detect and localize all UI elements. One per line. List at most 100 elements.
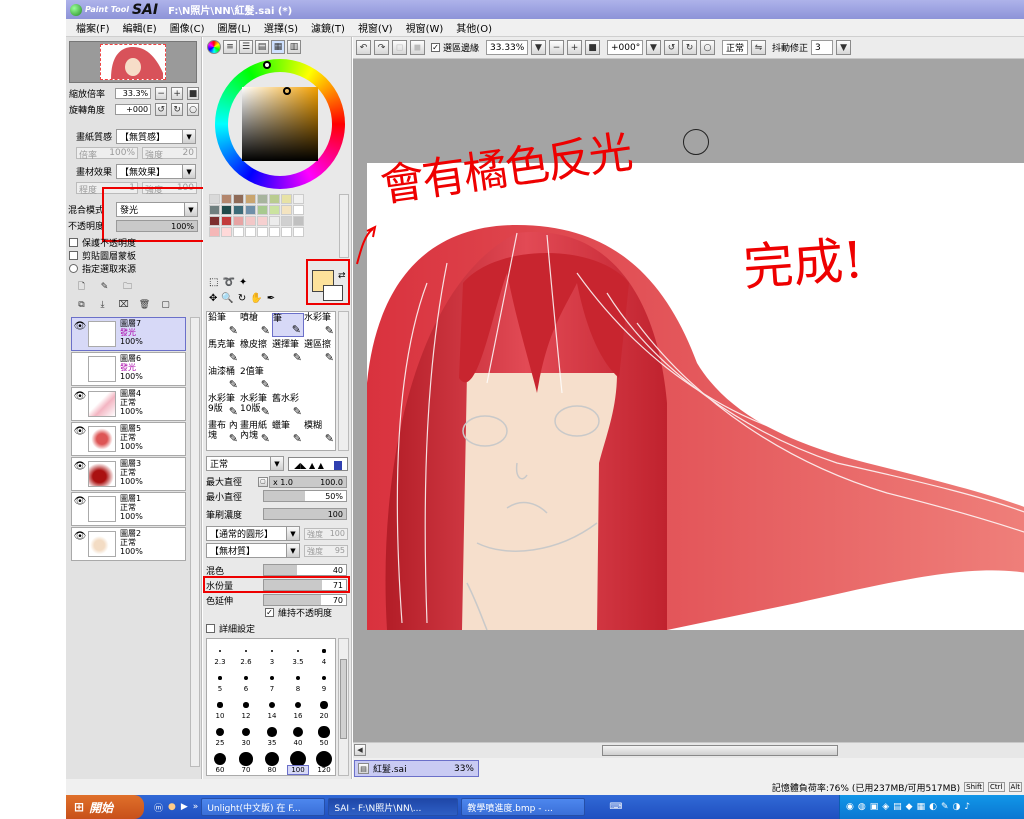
brush-tool-13[interactable]: 水彩筆 10版 ✎ <box>240 394 272 418</box>
tray-icon[interactable]: ▤ <box>893 802 902 812</box>
invert-select-icon[interactable]: ◼ <box>410 40 425 55</box>
brush-size-dot[interactable] <box>216 728 224 736</box>
brush-size-dot[interactable] <box>269 702 275 708</box>
hand-icon[interactable]: ✋ <box>250 293 262 304</box>
scratchpad-tab-icon[interactable]: ▥ <box>287 40 301 54</box>
tool-scrollbar[interactable] <box>338 311 349 451</box>
color-swatch[interactable] <box>269 205 280 215</box>
brush-size-dot[interactable] <box>218 649 222 653</box>
color-swatch[interactable] <box>245 216 256 226</box>
menu-window[interactable]: 視窗(W) <box>406 20 444 35</box>
tray-icon[interactable]: ✎ <box>941 802 949 812</box>
angle-field[interactable]: +000° <box>607 40 644 55</box>
saturation-value-square[interactable] <box>242 87 318 161</box>
angle-dropdown-icon[interactable]: ▼ <box>646 40 662 55</box>
color-swatch[interactable] <box>221 194 232 204</box>
persistence-slider[interactable]: 70 <box>263 594 347 606</box>
brush-tool-19[interactable]: 模糊 ✎ <box>304 421 336 445</box>
document-tab[interactable]: ▤ 紅髮.sai 33% <box>354 760 479 777</box>
color-swatch[interactable] <box>233 205 244 215</box>
quicklaunch-firefox-icon[interactable]: ● <box>168 802 176 812</box>
brush-size-dot[interactable] <box>322 649 326 653</box>
size-lock-button[interactable]: ▢ <box>258 476 268 487</box>
brush-size-dot[interactable] <box>217 702 223 708</box>
scroll-left-icon[interactable]: ◀ <box>354 744 366 756</box>
redo-icon[interactable]: ↷ <box>374 40 389 55</box>
color-swatch[interactable] <box>209 205 220 215</box>
tray-icon[interactable]: ▦ <box>917 802 926 812</box>
mask-apply-icon[interactable]: ▢ <box>158 297 173 312</box>
merge-down-icon[interactable]: ⤓ <box>95 297 110 312</box>
stabilizer-dropdown-icon[interactable]: ▼ <box>836 40 852 55</box>
eye-hidden-icon[interactable] <box>72 353 88 385</box>
brush-size-dot[interactable] <box>267 727 277 737</box>
brush-size-dot[interactable] <box>244 649 248 653</box>
zoom-dropdown-icon[interactable]: ▼ <box>531 40 547 55</box>
color-swatch[interactable] <box>269 194 280 204</box>
size-scrollbar[interactable] <box>338 638 349 776</box>
layer-scrollbar[interactable] <box>190 317 200 767</box>
move-icon[interactable]: ✥ <box>209 293 217 304</box>
color-swatch[interactable] <box>245 227 256 237</box>
brush-size-dot[interactable] <box>269 675 275 681</box>
selection-edge-checkbox[interactable]: ✓ <box>431 43 440 52</box>
zoom-out-button[interactable]: − <box>155 87 168 100</box>
color-swatch[interactable] <box>257 216 268 226</box>
brush-size-dot[interactable] <box>270 649 274 653</box>
zoom-icon[interactable]: 🔍 <box>221 293 233 304</box>
layer-item[interactable]: 👁 圖層7 發光 100% <box>71 317 186 351</box>
rotate-left-button[interactable]: ↺ <box>155 103 168 116</box>
brush-size-dot[interactable] <box>239 752 253 766</box>
delete-layer-icon[interactable]: 🗑 <box>137 297 152 312</box>
copy-layer-icon[interactable]: ⧉ <box>74 297 89 312</box>
swatch-grid[interactable] <box>209 194 339 258</box>
quicklaunch-messenger-icon[interactable]: ⓜ <box>154 801 163 814</box>
brush-size-dot[interactable] <box>241 727 251 737</box>
menu-view[interactable]: 視窗(V) <box>358 20 393 35</box>
layer-item[interactable]: 👁 圖層5 正常 100% <box>71 422 186 456</box>
eye-icon[interactable]: 👁 <box>72 388 88 420</box>
brush-size-dot[interactable] <box>290 751 306 767</box>
tray-icon[interactable]: ▣ <box>870 802 879 812</box>
zoom-in-icon[interactable]: + <box>567 40 583 55</box>
brush-tool-9[interactable]: 2值筆 ✎ <box>240 367 272 391</box>
brush-mode-select[interactable]: 正常 ▼ <box>206 456 284 471</box>
color-swatch[interactable] <box>233 227 244 237</box>
task-item-browser[interactable]: Unlight(中文版) 在 F... <box>201 798 326 816</box>
hscroll-thumb[interactable] <box>602 745 838 756</box>
color-mix-tab-icon[interactable]: ▤ <box>255 40 269 54</box>
quicklaunch-media-icon[interactable]: ▶ <box>181 802 188 812</box>
undo-icon[interactable]: ↶ <box>356 40 371 55</box>
tray-icon[interactable]: ◐ <box>929 802 937 812</box>
paper-scale-slider[interactable]: 倍率 100% <box>76 147 138 161</box>
menu-file[interactable]: 檔案(F) <box>76 20 110 35</box>
shape-strength-slider[interactable]: 強度 100 <box>304 527 348 540</box>
color-swatch[interactable] <box>209 216 220 226</box>
eye-icon[interactable]: 👁 <box>72 493 88 525</box>
color-swatch[interactable] <box>233 194 244 204</box>
brush-tool-18[interactable]: 蠟筆 ✎ <box>272 421 304 445</box>
brush-tool-16[interactable]: 畫布 內塊 ✎ <box>208 421 240 445</box>
paper-effect-select[interactable]: 【無效果】 ▼ <box>116 164 197 179</box>
density-slider[interactable]: 100 <box>263 508 347 520</box>
rotate-reset-icon[interactable]: ○ <box>700 40 716 55</box>
brush-tool-11[interactable] <box>304 367 336 391</box>
layer-item[interactable]: 👁 圖層1 正常 100% <box>71 492 186 526</box>
layer-item[interactable]: 👁 圖層4 正常 100% <box>71 387 186 421</box>
brush-tool-12[interactable]: 水彩筆 9版 ✎ <box>208 394 240 418</box>
brush-tool-14[interactable]: 舊水彩 ✎ <box>272 394 304 418</box>
stabilizer-field[interactable]: 3 <box>811 40 834 55</box>
brush-tool-3[interactable]: 水彩筆 ✎ <box>304 313 336 337</box>
detail-settings-checkbox[interactable] <box>206 624 215 633</box>
canvas-hscroll[interactable]: ◀ <box>353 742 1024 758</box>
color-swatch[interactable] <box>257 227 268 237</box>
start-button[interactable]: ⊞ 開始 <box>66 795 144 819</box>
color-swatch[interactable] <box>293 205 304 215</box>
paper-texture-select[interactable]: 【無質感】 ▼ <box>116 129 197 144</box>
swatch-tab-icon[interactable]: ▦ <box>271 40 285 54</box>
brush-size-dot[interactable] <box>316 751 332 767</box>
rect-select-icon[interactable]: ⬚ <box>209 277 218 288</box>
menu-layer[interactable]: 圖層(L) <box>217 20 250 35</box>
color-swatch[interactable] <box>221 227 232 237</box>
brush-tool-1[interactable]: 噴槍 ✎ <box>240 313 272 337</box>
